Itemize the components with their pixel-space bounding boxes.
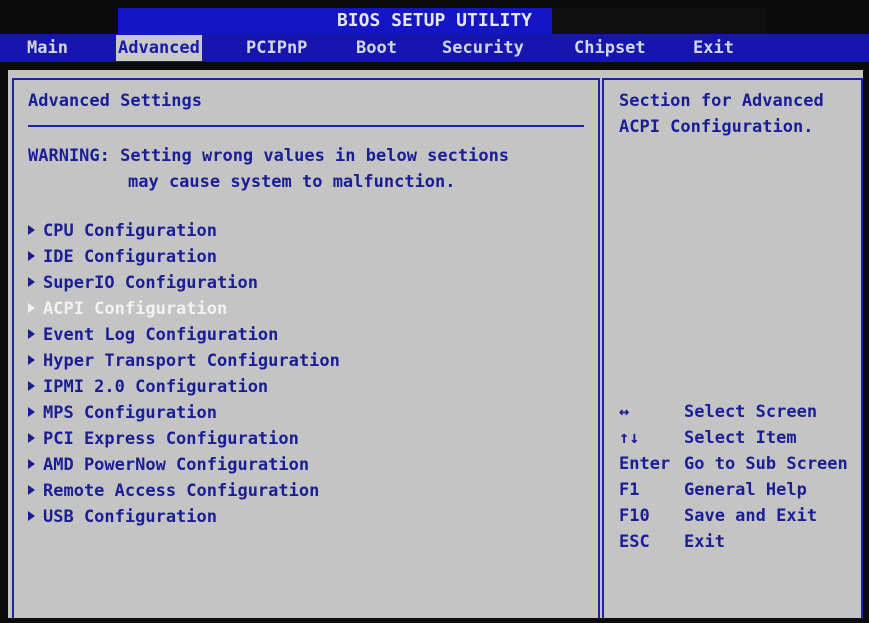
divider xyxy=(28,125,584,127)
tab-chipset[interactable]: Chipset xyxy=(574,35,646,61)
menu-item-ipmi-configuration[interactable]: IPMI 2.0 Configuration xyxy=(28,377,268,397)
menu-item-label: ACPI Configuration xyxy=(43,299,228,319)
menu-item-label: CPU Configuration xyxy=(43,221,217,241)
bios-title: BIOS SETUP UTILITY xyxy=(336,10,533,31)
key-f10: F10 xyxy=(619,506,650,526)
menu-item-label: IDE Configuration xyxy=(43,247,217,267)
key-desc-esc: Exit xyxy=(684,532,725,552)
menu-item-label: USB Configuration xyxy=(43,507,217,527)
key-enter: Enter xyxy=(619,454,671,474)
submenu-arrow-icon xyxy=(28,511,35,521)
key-desc-select-screen: Select Screen xyxy=(684,402,818,422)
menu-item-event-log-configuration[interactable]: Event Log Configuration xyxy=(28,325,278,345)
menu-item-hyper-transport-configuration[interactable]: Hyper Transport Configuration xyxy=(28,351,340,371)
key-desc-f1: General Help xyxy=(684,480,807,500)
tab-exit[interactable]: Exit xyxy=(693,35,734,61)
submenu-arrow-icon xyxy=(28,459,35,469)
help-text-line2: ACPI Configuration. xyxy=(619,117,814,137)
submenu-arrow-icon xyxy=(28,355,35,365)
menu-item-label: Hyper Transport Configuration xyxy=(43,351,340,371)
key-desc-select-item: Select Item xyxy=(684,428,797,448)
menu-item-cpu-configuration[interactable]: CPU Configuration xyxy=(28,221,217,241)
menu-item-label: MPS Configuration xyxy=(43,403,217,423)
key-desc-f10: Save and Exit xyxy=(684,506,818,526)
menu-item-usb-configuration[interactable]: USB Configuration xyxy=(28,507,217,527)
submenu-arrow-icon xyxy=(28,303,35,313)
menu-item-remote-access-configuration[interactable]: Remote Access Configuration xyxy=(28,481,319,501)
help-text-line1: Section for Advanced xyxy=(619,91,824,111)
menu-item-ide-configuration[interactable]: IDE Configuration xyxy=(28,247,217,267)
submenu-arrow-icon xyxy=(28,225,35,235)
key-f1: F1 xyxy=(619,480,640,500)
submenu-arrow-icon xyxy=(28,433,35,443)
section-heading: Advanced Settings xyxy=(28,91,202,111)
submenu-arrow-icon xyxy=(28,277,35,287)
menu-item-label: PCI Express Configuration xyxy=(43,429,299,449)
submenu-arrow-icon xyxy=(28,407,35,417)
menu-item-label: IPMI 2.0 Configuration xyxy=(43,377,269,397)
menu-item-label: Event Log Configuration xyxy=(43,325,279,345)
submenu-arrow-icon xyxy=(28,381,35,391)
menu-item-label: SuperIO Configuration xyxy=(43,273,258,293)
menu-item-amd-powernow-configuration[interactable]: AMD PowerNow Configuration xyxy=(28,455,309,475)
tab-pcipnp[interactable]: PCIPnP xyxy=(246,35,307,61)
key-select-item: ↑↓ xyxy=(619,428,640,448)
warning-text-line2: may cause system to malfunction. xyxy=(128,172,456,192)
tab-boot[interactable]: Boot xyxy=(356,35,397,61)
menu-item-mps-configuration[interactable]: MPS Configuration xyxy=(28,403,217,423)
submenu-arrow-icon xyxy=(28,485,35,495)
tab-advanced[interactable]: Advanced xyxy=(116,35,202,61)
menu-item-superio-configuration[interactable]: SuperIO Configuration xyxy=(28,273,258,293)
key-esc: ESC xyxy=(619,532,650,552)
tab-main[interactable]: Main xyxy=(27,35,68,61)
submenu-arrow-icon xyxy=(28,329,35,339)
submenu-arrow-icon xyxy=(28,251,35,261)
menu-item-pci-express-configuration[interactable]: PCI Express Configuration xyxy=(28,429,299,449)
tab-security[interactable]: Security xyxy=(442,35,524,61)
menu-item-label: Remote Access Configuration xyxy=(43,481,320,501)
key-select-screen: ↔ xyxy=(619,402,630,422)
key-desc-enter: Go to Sub Screen xyxy=(684,454,848,474)
menu-item-label: AMD PowerNow Configuration xyxy=(43,455,310,475)
menu-item-acpi-configuration[interactable]: ACPI Configuration xyxy=(28,299,227,319)
warning-text-line1: WARNING: Setting wrong values in below s… xyxy=(28,146,510,166)
